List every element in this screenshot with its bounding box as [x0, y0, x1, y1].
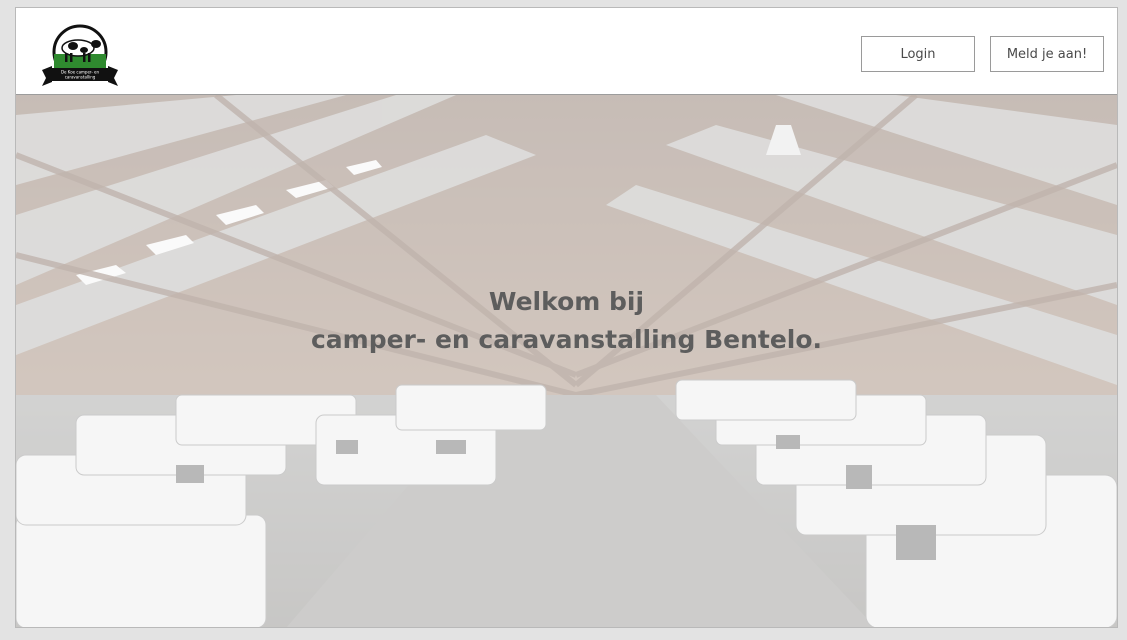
hero-overlay	[16, 95, 1117, 627]
page-frame: De Koe camper- en caravanstalling Login …	[15, 7, 1118, 628]
login-button-label: Login	[900, 46, 936, 62]
hero-section: Welkom bij camper- en caravanstalling Be…	[16, 95, 1117, 627]
welcome-line-2: camper- en caravanstalling Bentelo.	[310, 325, 823, 354]
logo-text-line2: caravanstalling	[65, 75, 96, 80]
site-logo[interactable]: De Koe camper- en caravanstalling	[40, 24, 120, 88]
welcome-heading: Welkom bij camper- en caravanstalling Be…	[16, 283, 1117, 359]
signup-button-label: Meld je aan!	[1006, 46, 1088, 62]
cow-logo-icon: De Koe camper- en caravanstalling	[42, 24, 118, 86]
signup-button[interactable]: Meld je aan!	[990, 36, 1104, 72]
top-header: De Koe camper- en caravanstalling Login …	[16, 8, 1117, 95]
welcome-line-1: Welkom bij	[488, 287, 645, 316]
login-button[interactable]: Login	[861, 36, 975, 72]
